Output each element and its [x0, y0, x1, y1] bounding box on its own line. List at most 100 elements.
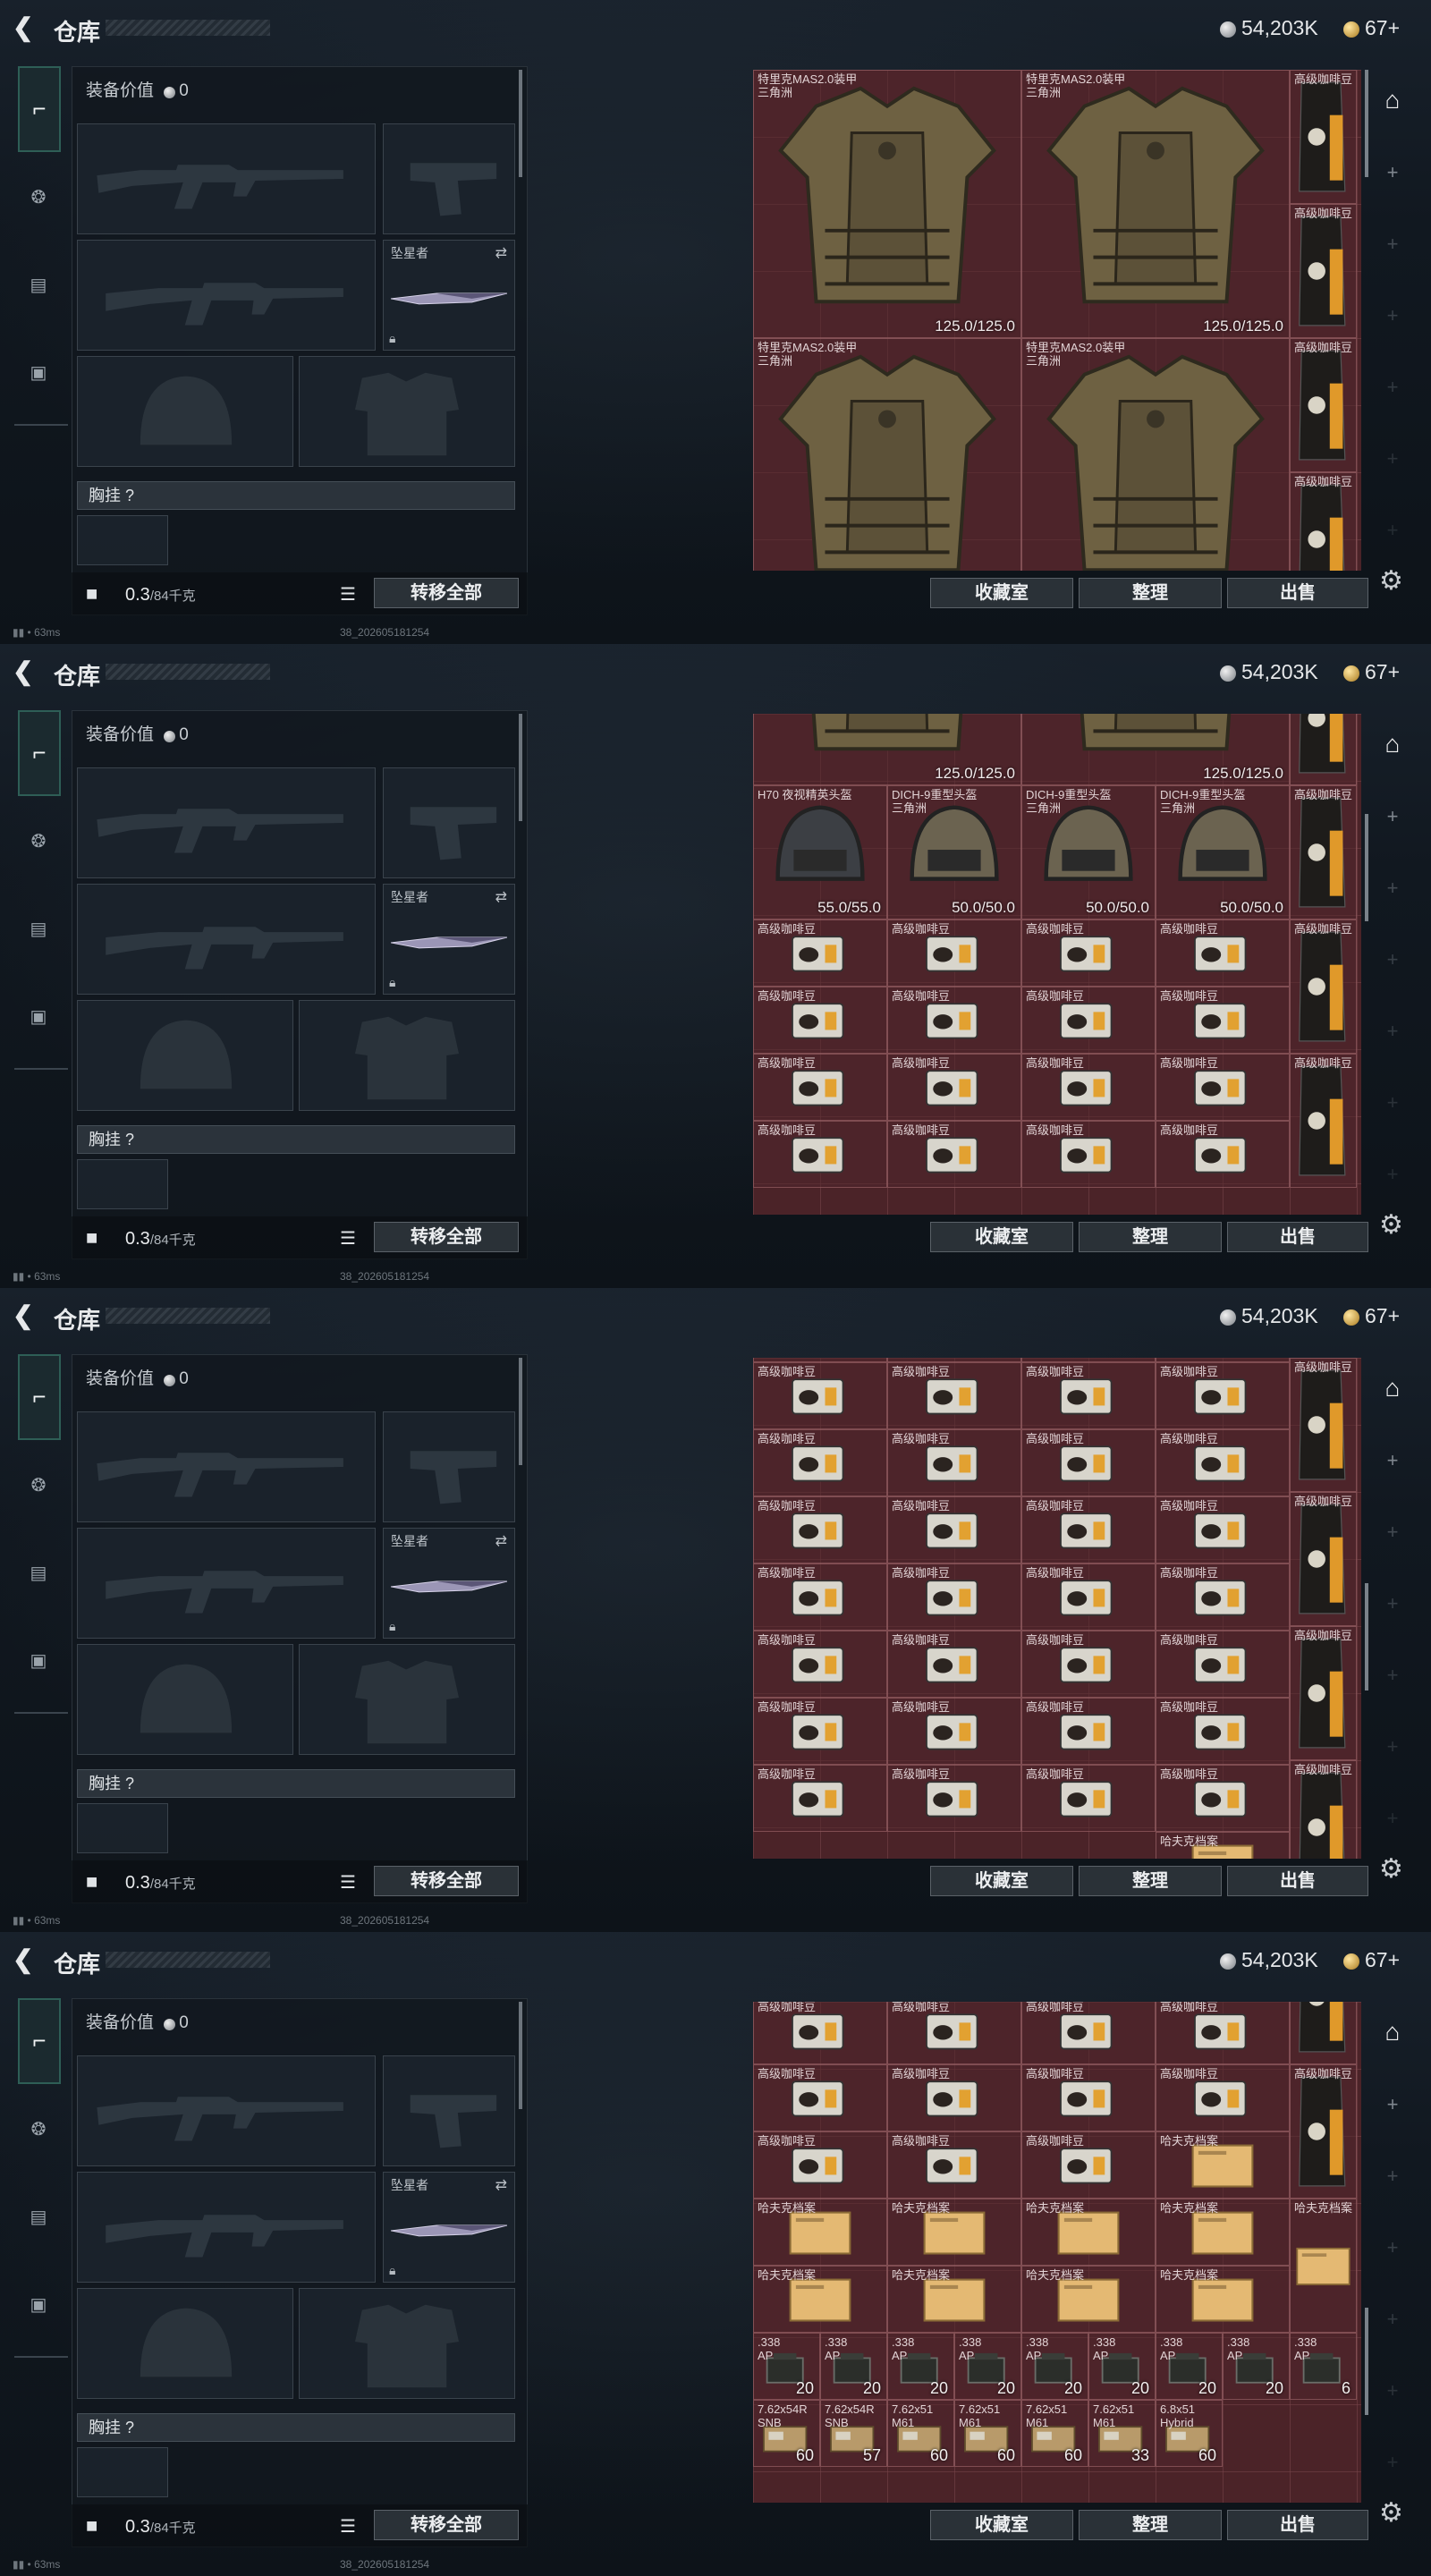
collection-room-button[interactable]: 收藏室: [930, 578, 1073, 608]
primary-weapon-slot[interactable]: [77, 123, 376, 234]
helmet-item[interactable]: H70 夜视精英头盔 55.0/55.0: [753, 785, 887, 919]
ammo-338-item[interactable]: .338 AP 20: [1088, 2333, 1156, 2400]
plus-icon[interactable]: +: [1377, 1449, 1408, 1472]
transfer-all-button[interactable]: 转移全部: [374, 2510, 519, 2540]
clipboard-icon[interactable]: ▤: [20, 1555, 57, 1592]
coffee-bag-item[interactable]: 高级咖啡豆: [1290, 70, 1357, 204]
coffee-item[interactable]: 高级咖啡豆: [887, 1631, 1021, 1698]
coffee-item[interactable]: 高级咖啡豆: [1021, 1563, 1156, 1631]
coffee-bag-item[interactable]: 高级咖啡豆: [1290, 919, 1357, 1054]
coffee-item[interactable]: 高级咖啡豆: [1021, 1631, 1156, 1698]
organize-button[interactable]: 整理: [1079, 1866, 1222, 1896]
list-icon[interactable]: ☰: [340, 583, 356, 606]
helmet-slot[interactable]: [77, 1000, 293, 1111]
plus-icon[interactable]: +: [1377, 2236, 1408, 2259]
coffee-item[interactable]: 高级咖啡豆: [1156, 1121, 1290, 1188]
loadout-scrollbar[interactable]: [519, 70, 522, 177]
gold-currency[interactable]: 67+: [1343, 658, 1400, 685]
plus-icon[interactable]: +: [1377, 1163, 1408, 1186]
plus-icon[interactable]: +: [1377, 233, 1408, 256]
coffee-item[interactable]: 高级咖啡豆: [1021, 2131, 1156, 2199]
coffee-item[interactable]: 高级咖啡豆: [753, 1631, 887, 1698]
coffee-item[interactable]: 高级咖啡豆: [1156, 1698, 1290, 1765]
loadout-scrollbar[interactable]: [519, 1358, 522, 1465]
archive-item[interactable]: 哈夫克档案: [753, 2266, 887, 2333]
gold-currency[interactable]: 67+: [1343, 1946, 1400, 1973]
coffee-item[interactable]: 高级咖啡豆: [887, 2002, 1021, 2064]
clipboard-icon[interactable]: ▤: [20, 267, 57, 304]
chest-rig-header[interactable]: 胸挂 ?: [77, 1125, 515, 1154]
coffee-item[interactable]: 高级咖啡豆: [1156, 1631, 1290, 1698]
organize-button[interactable]: 整理: [1079, 2510, 1222, 2540]
chest-rig-header[interactable]: 胸挂 ?: [77, 2413, 515, 2442]
archive-item[interactable]: 哈夫克档案: [887, 2266, 1021, 2333]
coffee-item[interactable]: 高级咖啡豆: [753, 1765, 887, 1832]
coffee-bag-item[interactable]: 高级咖啡豆: [1290, 1760, 1357, 1859]
sell-button[interactable]: 出售: [1227, 1866, 1368, 1896]
back-arrow-icon[interactable]: ❮: [13, 1946, 39, 1973]
archive-item[interactable]: 哈夫克档案: [1156, 1832, 1290, 1859]
collection-room-button[interactable]: 收藏室: [930, 1222, 1073, 1252]
archive-item[interactable]: 哈夫克档案: [1156, 2266, 1290, 2333]
transfer-all-button[interactable]: 转移全部: [374, 1866, 519, 1896]
loadout-scrollbar[interactable]: [519, 714, 522, 821]
vest-item[interactable]: 特里克MAS2.0装甲 三角洲: [753, 338, 1021, 571]
list-icon[interactable]: ☰: [340, 2515, 356, 2538]
inventory-scrollbar[interactable]: [1365, 814, 1368, 921]
chest-rig-slot[interactable]: [77, 1159, 168, 1209]
plus-icon[interactable]: +: [1377, 447, 1408, 470]
coffee-item[interactable]: 高级咖啡豆: [887, 1765, 1021, 1832]
ammo-338-item[interactable]: .338 AP 20: [1156, 2333, 1223, 2400]
plus-icon[interactable]: +: [1377, 2093, 1408, 2116]
vest-item[interactable]: 125.0/125.0: [753, 714, 1021, 785]
ammo-338-item[interactable]: .338 AP 6: [1290, 2333, 1357, 2400]
garage-icon[interactable]: ⌂: [1377, 1374, 1408, 1402]
ammo-item[interactable]: 7.62x54R SNB 57: [820, 2400, 887, 2467]
melee-slot[interactable]: 坠星者 ⇄ 🔒︎: [383, 2172, 515, 2283]
plus-icon[interactable]: +: [1377, 519, 1408, 542]
briefcase-icon[interactable]: ▣: [20, 2286, 57, 2324]
melee-slot[interactable]: 坠星者 ⇄ 🔒︎: [383, 240, 515, 351]
archive-item[interactable]: 哈夫克档案: [753, 2199, 887, 2266]
helmet-icon[interactable]: ❂: [20, 823, 57, 860]
gold-currency[interactable]: 67+: [1343, 14, 1400, 41]
coffee-item[interactable]: 高级咖啡豆: [753, 2002, 887, 2064]
helmet-slot[interactable]: [77, 1644, 293, 1755]
sidearm-slot[interactable]: [383, 123, 515, 234]
plus-icon[interactable]: +: [1377, 1091, 1408, 1114]
coffee-item[interactable]: 高级咖啡豆: [887, 2131, 1021, 2199]
plus-icon[interactable]: +: [1377, 2308, 1408, 2331]
plus-icon[interactable]: +: [1377, 1521, 1408, 1544]
coffee-item[interactable]: 高级咖啡豆: [1021, 1121, 1156, 1188]
transfer-all-button[interactable]: 转移全部: [374, 1222, 519, 1252]
coffee-bag-item[interactable]: 高级咖啡豆: [1290, 1626, 1357, 1760]
ammo-338-item[interactable]: .338 AP 20: [820, 2333, 887, 2400]
coffee-item[interactable]: 高级咖啡豆: [887, 1121, 1021, 1188]
pistol-icon[interactable]: ⌐: [18, 1998, 61, 2084]
coffee-item[interactable]: 高级咖啡豆: [1156, 1765, 1290, 1832]
coffee-item[interactable]: 高级咖啡豆: [1156, 987, 1290, 1054]
coffee-bag-item[interactable]: [1290, 2002, 1357, 2064]
armor-slot[interactable]: [299, 2288, 515, 2399]
chest-rig-slot[interactable]: [77, 515, 168, 565]
melee-slot[interactable]: 坠星者 ⇄ 🔒︎: [383, 1528, 515, 1639]
coffee-item[interactable]: 高级咖啡豆: [1021, 1429, 1156, 1496]
plus-icon[interactable]: +: [1377, 805, 1408, 828]
helmet-icon[interactable]: ❂: [20, 2111, 57, 2148]
primary-weapon-slot[interactable]: [77, 767, 376, 878]
garage-icon[interactable]: ⌂: [1377, 86, 1408, 114]
sidearm-slot[interactable]: [383, 767, 515, 878]
archive-item[interactable]: 哈夫克档案: [1156, 2199, 1290, 2266]
coffee-item[interactable]: 高级咖啡豆: [753, 1121, 887, 1188]
plus-icon[interactable]: +: [1377, 1020, 1408, 1043]
archive-item[interactable]: 哈夫克档案: [887, 2199, 1021, 2266]
coffee-item[interactable]: 高级咖啡豆: [1156, 2002, 1290, 2064]
helmet-icon[interactable]: ❂: [20, 179, 57, 216]
helmet-slot[interactable]: [77, 356, 293, 467]
coffee-item[interactable]: 高级咖啡豆: [1021, 987, 1156, 1054]
coffee-item[interactable]: 高级咖啡豆: [1156, 1362, 1290, 1429]
plus-icon[interactable]: +: [1377, 376, 1408, 399]
coffee-item[interactable]: 高级咖啡豆: [887, 987, 1021, 1054]
coffee-item[interactable]: 高级咖啡豆: [887, 1054, 1021, 1121]
coffee-item[interactable]: 高级咖啡豆: [1021, 2002, 1156, 2064]
